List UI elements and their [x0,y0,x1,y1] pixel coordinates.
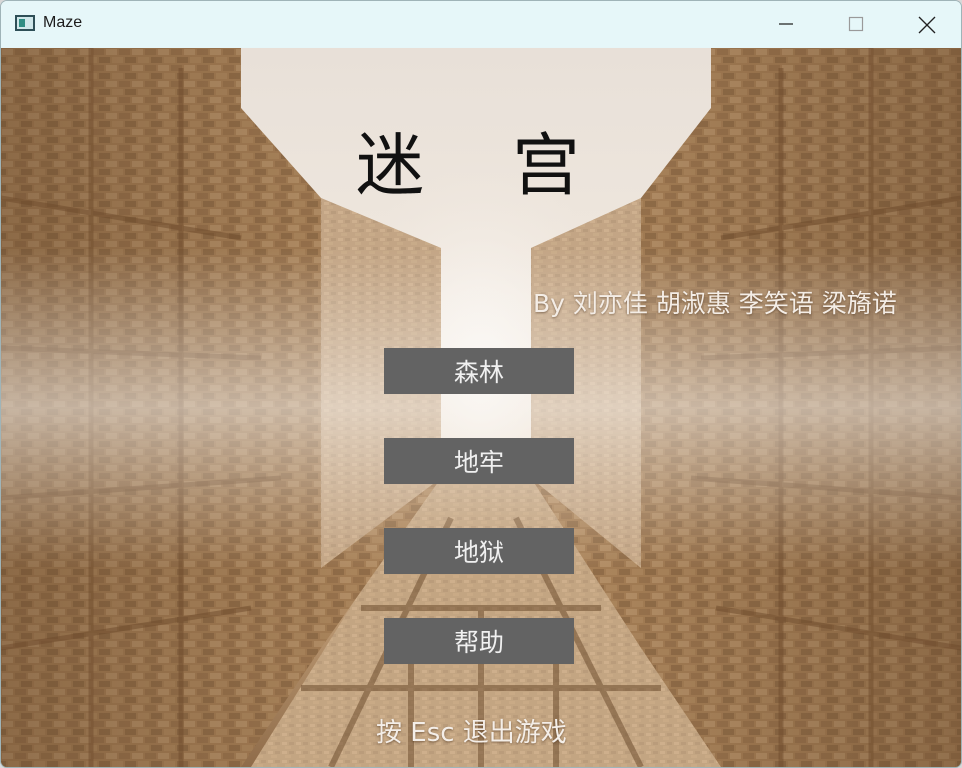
minimize-button[interactable] [751,1,821,47]
app-icon [15,15,35,31]
app-window: Maze 迷宫 By 刘亦佳 胡淑惠 李笑语 梁旖诺 森林 地牢 地狱 帮助 按… [0,0,962,768]
close-button[interactable] [891,1,961,47]
minimize-icon [779,23,793,25]
game-scene: 迷宫 By 刘亦佳 胡淑惠 李笑语 梁旖诺 森林 地牢 地狱 帮助 按 Esc … [1,48,961,767]
dungeon-level-button[interactable]: 地牢 [384,438,574,484]
credits-text: By 刘亦佳 胡淑惠 李笑语 梁旖诺 [533,289,897,318]
help-button[interactable]: 帮助 [384,618,574,664]
exit-hint: 按 Esc 退出游戏 [376,718,567,748]
window-title: Maze [43,14,83,31]
maximize-icon [848,16,864,32]
forest-level-button[interactable]: 森林 [384,348,574,394]
game-title: 迷宫 [356,127,669,206]
hell-level-button[interactable]: 地狱 [384,528,574,574]
close-icon [918,16,936,34]
maximize-button[interactable] [821,1,891,47]
title-bar[interactable]: Maze [1,1,961,47]
